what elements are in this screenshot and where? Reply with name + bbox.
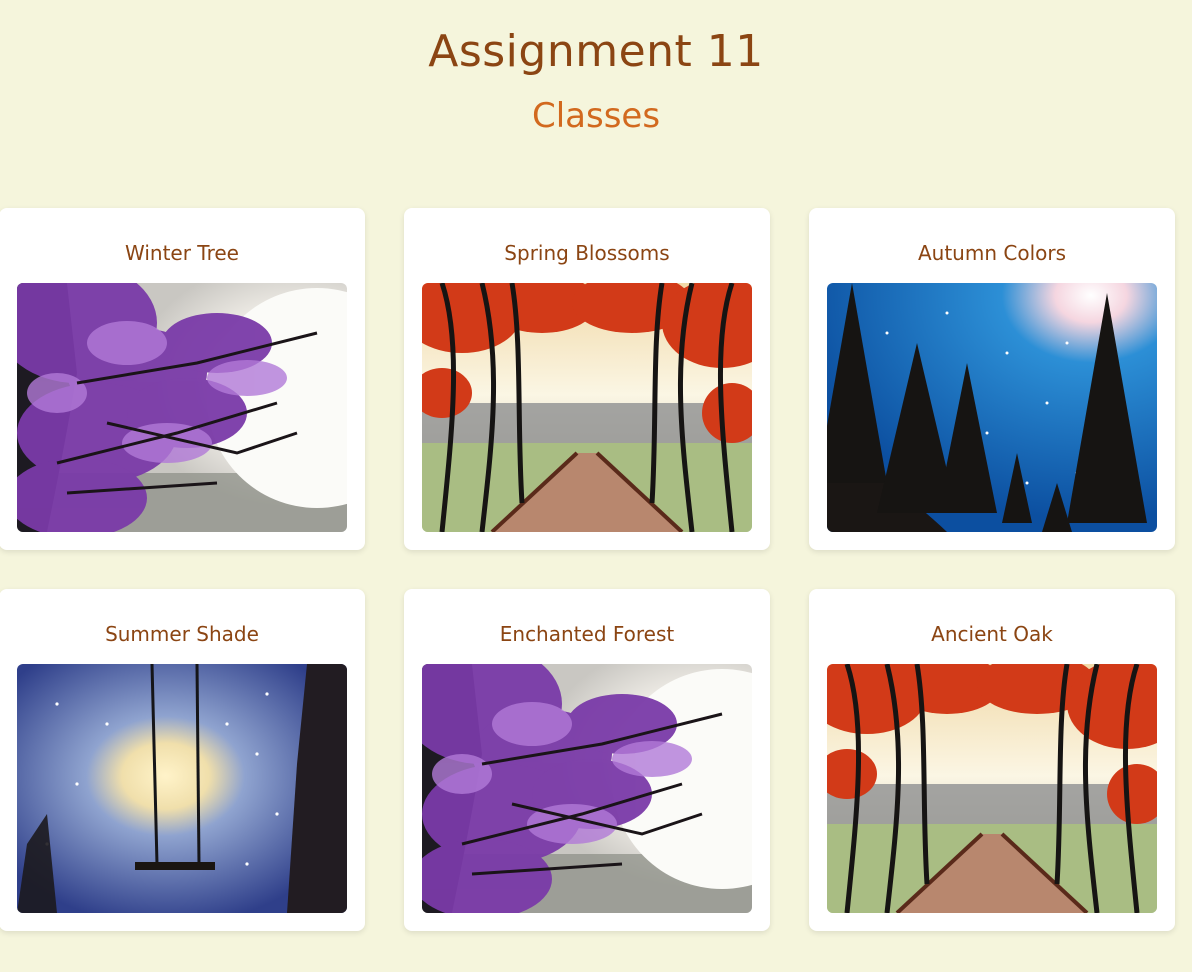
class-card-image[interactable] [17, 283, 347, 532]
class-card-title: Winter Tree [125, 241, 239, 265]
class-card-image[interactable] [17, 664, 347, 913]
class-card-title: Ancient Oak [931, 622, 1053, 646]
class-card[interactable]: Spring Blossoms [404, 208, 770, 550]
red-tree-path-painting [827, 664, 1157, 913]
purple-tree-moon-painting [422, 664, 752, 913]
class-card[interactable]: Summer Shade [0, 589, 365, 931]
page-subtitle: Classes [531, 96, 661, 136]
purple-tree-moon-painting [17, 283, 347, 532]
class-card-image[interactable] [827, 664, 1157, 913]
class-card-title: Enchanted Forest [499, 622, 675, 646]
class-card-image[interactable] [422, 283, 752, 532]
class-card[interactable]: Autumn Colors [809, 208, 1175, 550]
class-card-image[interactable] [422, 664, 752, 913]
class-card-title: Summer Shade [105, 622, 259, 646]
page-title: Assignment 11 [428, 26, 764, 77]
pine-trees-night-painting [827, 283, 1157, 532]
class-card[interactable]: Ancient Oak [809, 589, 1175, 931]
class-card-title: Spring Blossoms [504, 241, 670, 265]
class-card-title: Autumn Colors [917, 241, 1067, 265]
class-card[interactable]: Enchanted Forest [404, 589, 770, 931]
red-tree-path-painting [422, 283, 752, 532]
swing-moon-painting [17, 664, 347, 913]
class-card[interactable]: Winter Tree [0, 208, 365, 550]
class-card-image[interactable] [827, 283, 1157, 532]
